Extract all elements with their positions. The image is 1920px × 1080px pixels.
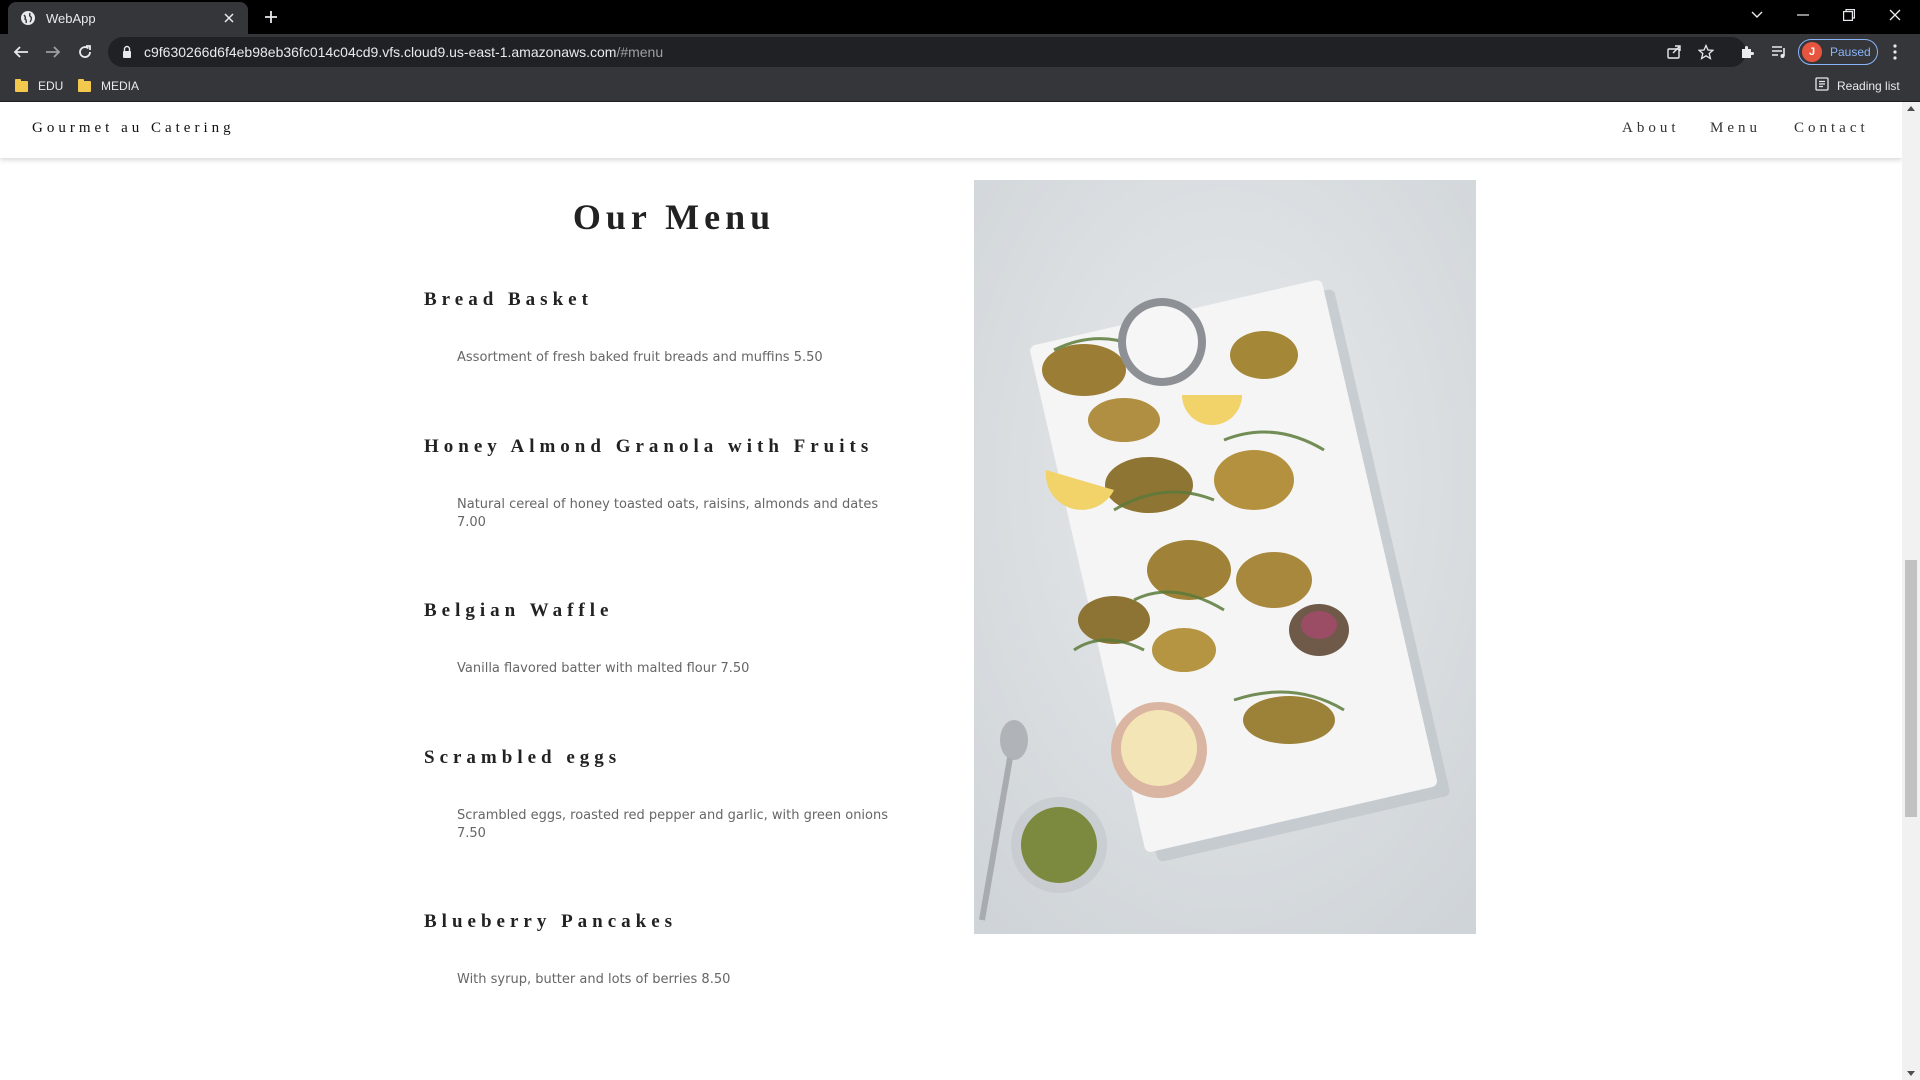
active-tab[interactable]: WebApp <box>8 2 248 34</box>
menu-item-name: Bread Basket <box>424 289 593 310</box>
reload-icon[interactable] <box>72 39 98 65</box>
nav-link-menu[interactable]: Menu <box>1710 120 1761 137</box>
bookmarks-bar: EDU MEDIA Reading list <box>0 70 1920 102</box>
browser-toolbar: c9f630266d6f4eb98eb36fc014c04cd9.vfs.clo… <box>0 34 1920 70</box>
bookmark-label: EDU <box>38 79 64 93</box>
menu-item-description: With syrup, butter and lots of berries 8… <box>457 972 731 987</box>
extensions-icon[interactable] <box>1734 39 1760 65</box>
bookmark-folder-media[interactable]: MEDIA <box>78 76 139 96</box>
url-text: c9f630266d6f4eb98eb36fc014c04cd9.vfs.clo… <box>144 44 663 60</box>
forward-icon[interactable] <box>40 39 66 65</box>
back-icon[interactable] <box>8 39 34 65</box>
brand-logo[interactable]: Gourmet au Catering <box>32 120 235 137</box>
bookmark-star-icon[interactable] <box>1696 42 1716 62</box>
page-viewport: Gourmet au Catering About Menu Contact O… <box>0 102 1902 1080</box>
menu-item-description: Natural cereal of honey toasted oats, ra… <box>457 497 879 530</box>
close-window-button[interactable] <box>1872 0 1918 30</box>
reading-list-button[interactable]: Reading list <box>1815 76 1900 96</box>
scroll-down-arrow-icon[interactable] <box>1907 1071 1915 1076</box>
bookmark-folder-edu[interactable]: EDU <box>15 76 63 96</box>
profile-status: Paused <box>1830 45 1871 59</box>
scrollbar-thumb[interactable] <box>1905 560 1917 817</box>
site-header: Gourmet au Catering About Menu Contact <box>0 102 1902 158</box>
more-menu-icon[interactable] <box>1882 39 1908 65</box>
new-tab-button[interactable] <box>260 6 282 28</box>
menu-item-name: Scrambled eggs <box>424 747 622 768</box>
media-control-icon[interactable] <box>1766 39 1792 65</box>
menu-item-description: Assortment of fresh baked fruit breads a… <box>457 350 823 365</box>
folder-icon <box>15 78 28 92</box>
food-photo <box>974 180 1476 934</box>
close-tab-icon[interactable] <box>220 9 238 27</box>
lock-icon[interactable] <box>120 45 134 59</box>
scroll-up-arrow-icon[interactable] <box>1907 106 1915 111</box>
restore-button[interactable] <box>1826 0 1872 30</box>
menu-item-name: Belgian Waffle <box>424 600 614 621</box>
reading-list-label: Reading list <box>1837 79 1900 93</box>
minimize-button[interactable] <box>1780 0 1826 30</box>
menu-item-name: Honey Almond Granola with Fruits <box>424 436 874 457</box>
page-title: Our Menu <box>572 197 776 237</box>
folder-icon <box>78 78 91 92</box>
menu-item-description: Vanilla flavored batter with malted flou… <box>457 661 750 676</box>
page-scrollbar[interactable] <box>1902 102 1920 1080</box>
tab-strip: WebApp <box>0 0 1920 34</box>
menu-item-name: Blueberry Pancakes <box>424 911 678 932</box>
bookmark-label: MEDIA <box>101 79 140 93</box>
tab-search-icon[interactable] <box>1734 0 1780 30</box>
nav-link-about[interactable]: About <box>1622 120 1680 137</box>
address-bar[interactable]: c9f630266d6f4eb98eb36fc014c04cd9.vfs.clo… <box>108 37 1746 67</box>
globe-icon <box>20 10 36 26</box>
nav-link-contact[interactable]: Contact <box>1794 120 1869 137</box>
url-host: c9f630266d6f4eb98eb36fc014c04cd9.vfs.clo… <box>144 44 617 60</box>
url-path: /#menu <box>616 44 664 60</box>
profile-button[interactable]: J Paused <box>1798 39 1878 65</box>
share-icon[interactable] <box>1664 42 1684 62</box>
reading-list-icon <box>1815 76 1829 96</box>
avatar: J <box>1802 42 1822 62</box>
tab-title: WebApp <box>46 10 96 26</box>
menu-item-description: Scrambled eggs, roasted red pepper and g… <box>457 808 889 841</box>
